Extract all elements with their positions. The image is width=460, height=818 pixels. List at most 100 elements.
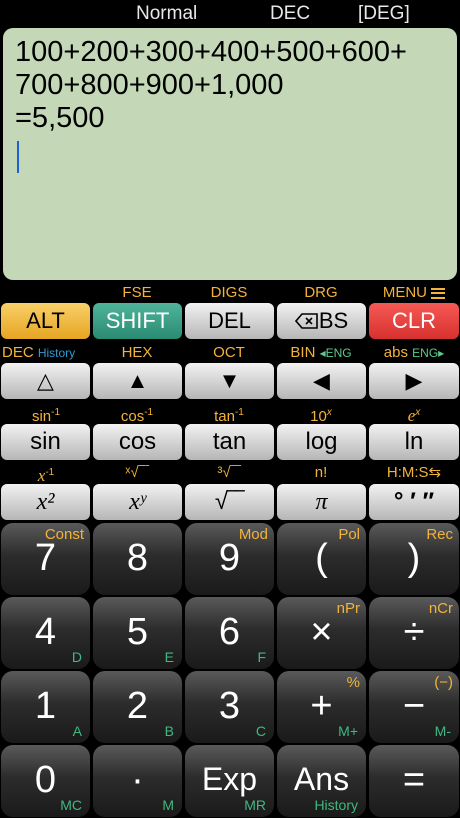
left-arrow-button[interactable]: ◀ (277, 363, 366, 399)
plus-label: + (310, 685, 333, 727)
key-1[interactable]: 1 A (1, 671, 90, 743)
ten-power-sup: x (326, 407, 332, 418)
key-6-hex-label: F (257, 649, 266, 665)
percent-label: % (346, 674, 360, 691)
exp-key[interactable]: Exp MR (185, 745, 274, 817)
expression-line-1: 100+200+300+400+500+600+ (15, 36, 407, 68)
cube-root-label: ³√‾‾ (217, 464, 241, 481)
key-5-hex-label: E (164, 649, 174, 665)
memory-clear-label: MC (60, 797, 82, 813)
equals-label: = (402, 759, 426, 801)
fse-label: FSE (122, 284, 152, 301)
minus-label: − (402, 685, 426, 727)
ten-label-text: 10 (310, 408, 327, 425)
ans-key[interactable]: Ans History (277, 745, 366, 817)
up-arrow-icon: ▲ (126, 368, 149, 393)
asin-inv-sup: -1 (51, 407, 61, 418)
calculator-display[interactable]: 100+200+300+400+500+600+ 700+800+900+1,0… (3, 28, 457, 280)
up-outline-arrow-button[interactable]: △ (1, 363, 90, 399)
key-1-hex-label: A (72, 723, 82, 739)
atan-label: tan-1 (184, 404, 274, 426)
abs-eng-label: ENG▸ (412, 346, 445, 360)
clear-button[interactable]: CLR (369, 303, 459, 339)
shift-button[interactable]: SHIFT (93, 303, 182, 339)
degrees-minutes-seconds-button[interactable]: ° ′ ″ (369, 484, 459, 520)
mode-indicator: Normal (136, 3, 198, 24)
multiply-label: × (310, 611, 333, 653)
pi-button[interactable]: π (277, 484, 366, 520)
ten-power-label: 10x (276, 404, 366, 426)
menu-icon (431, 287, 446, 299)
minus-key[interactable]: − (−) M- (369, 671, 459, 743)
asin-label-text: sin (31, 408, 52, 425)
cos-button[interactable]: cos (93, 424, 182, 460)
history-label: History (37, 346, 76, 360)
decimal-point-label: · (131, 759, 144, 801)
key-6[interactable]: 6 F (185, 597, 274, 669)
e-power-sup: x (415, 407, 421, 418)
digs-label: DIGS (210, 284, 248, 301)
alt-button[interactable]: ALT (1, 303, 90, 339)
down-arrow-button[interactable]: ▼ (185, 363, 274, 399)
key-9[interactable]: 9 Mod (185, 523, 274, 595)
square-root-button[interactable]: √‾‾ (185, 484, 274, 520)
key-2[interactable]: 2 B (93, 671, 182, 743)
log-button[interactable]: log (277, 424, 366, 460)
ln-button[interactable]: ln (369, 424, 459, 460)
drg-label: DRG (304, 284, 338, 301)
key-3[interactable]: 3 C (185, 671, 274, 743)
key-0-label: 0 (34, 759, 57, 801)
base-indicator: DEC (270, 3, 311, 24)
atan-inv-sup: -1 (234, 407, 244, 418)
memory-minus-label: M- (434, 723, 451, 739)
ans-label: Ans (293, 761, 350, 797)
key-7[interactable]: 7 Const (1, 523, 90, 595)
hms-label: H:M:S⇆ (386, 464, 442, 481)
right-arrow-icon: ▶ (405, 368, 423, 393)
reciprocal-inv-sup: -1 (45, 467, 55, 478)
decimal-point-key[interactable]: · M (93, 745, 182, 817)
key-9-alt-label: Mod (238, 526, 268, 543)
key-4[interactable]: 4 D (1, 597, 90, 669)
abs-label-text: abs (383, 344, 408, 361)
factorial-label: n! (314, 464, 328, 481)
key-5[interactable]: 5 E (93, 597, 182, 669)
close-paren-label: ) (407, 537, 421, 579)
key-8[interactable]: 8 (93, 523, 182, 595)
plus-key[interactable]: + % M+ (277, 671, 366, 743)
close-paren-alt-label: Rec (426, 526, 453, 543)
backspace-button[interactable]: BS (277, 303, 366, 339)
left-arrow-icon: ◀ (313, 368, 330, 393)
down-arrow-icon: ▼ (218, 368, 241, 393)
equals-key[interactable]: = (369, 745, 459, 817)
open-paren-label: ( (315, 537, 328, 579)
acos-label-text: cos (120, 408, 145, 425)
multiply-key[interactable]: × nPr (277, 597, 366, 669)
open-paren-key[interactable]: ( Pol (277, 523, 366, 595)
status-bar: Normal DEC [DEG] (0, 3, 460, 27)
atan-label-text: tan (214, 408, 235, 425)
divide-key[interactable]: ÷ nCr (369, 597, 459, 669)
memory-plus-label: M+ (338, 723, 358, 739)
key-4-hex-label: D (71, 649, 82, 665)
divide-alt-label: nCr (428, 600, 453, 617)
close-paren-key[interactable]: ) Rec (369, 523, 459, 595)
bin-label: BIN ◂ENG (276, 344, 366, 362)
right-arrow-button[interactable]: ▶ (369, 363, 459, 399)
tan-button[interactable]: tan (185, 424, 274, 460)
key-2-label: 2 (126, 685, 149, 727)
xth-root-label: ˣ√‾‾ (125, 464, 149, 481)
key-1-label: 1 (34, 685, 57, 727)
delete-button[interactable]: DEL (185, 303, 274, 339)
sin-button[interactable]: sin (1, 424, 90, 460)
negate-label: (−) (434, 674, 453, 691)
power-button[interactable]: xʸ (93, 484, 182, 520)
key-0[interactable]: 0 MC (1, 745, 90, 817)
key-3-label: 3 (218, 685, 241, 727)
square-button[interactable]: x² (1, 484, 90, 520)
dec-label-text: DEC (2, 344, 34, 361)
bin-label-text: BIN (290, 344, 316, 361)
up-arrow-button[interactable]: ▲ (93, 363, 182, 399)
result-line: =5,500 (15, 102, 105, 134)
open-paren-alt-label: Pol (338, 526, 360, 543)
